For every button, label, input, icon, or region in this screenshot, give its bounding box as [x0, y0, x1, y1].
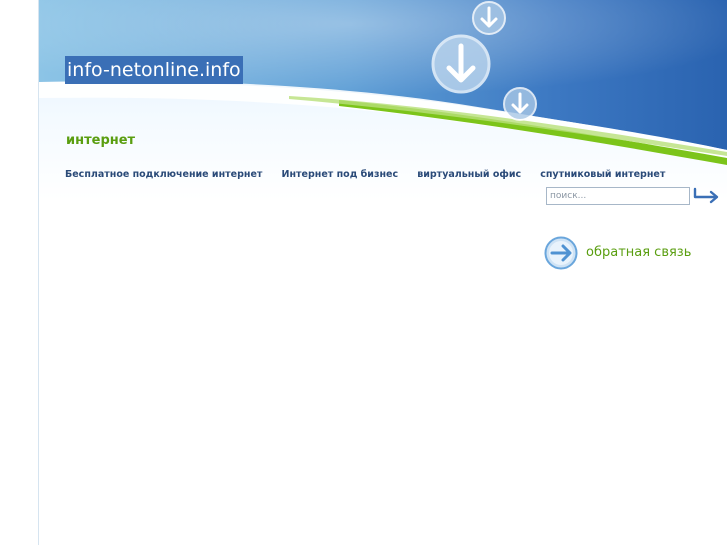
- site-title[interactable]: info-netonline.info: [65, 56, 243, 84]
- download-arrow-icon: [431, 34, 491, 94]
- top-nav: Бесплатное подключение интернет Интернет…: [65, 162, 679, 180]
- nav-item-virtual-office[interactable]: виртуальный офис: [417, 169, 521, 181]
- search-input[interactable]: [546, 187, 690, 205]
- download-arrow-icon: [472, 1, 506, 35]
- download-arrow-icon: [503, 87, 537, 121]
- nav-item-satellite-internet[interactable]: спутниковый интернет: [540, 169, 665, 181]
- return-arrow-icon[interactable]: [693, 186, 720, 204]
- nav-item-business-internet[interactable]: Интернет под бизнес: [282, 169, 399, 181]
- page: info-netonline.info интернет Бесплатное …: [0, 0, 727, 545]
- section-title: интернет: [66, 133, 136, 148]
- arrow-right-circle-icon[interactable]: [544, 236, 578, 270]
- nav-item-free-connection[interactable]: Бесплатное подключение интернет: [65, 169, 262, 181]
- feedback-link[interactable]: обратная связь: [586, 245, 691, 261]
